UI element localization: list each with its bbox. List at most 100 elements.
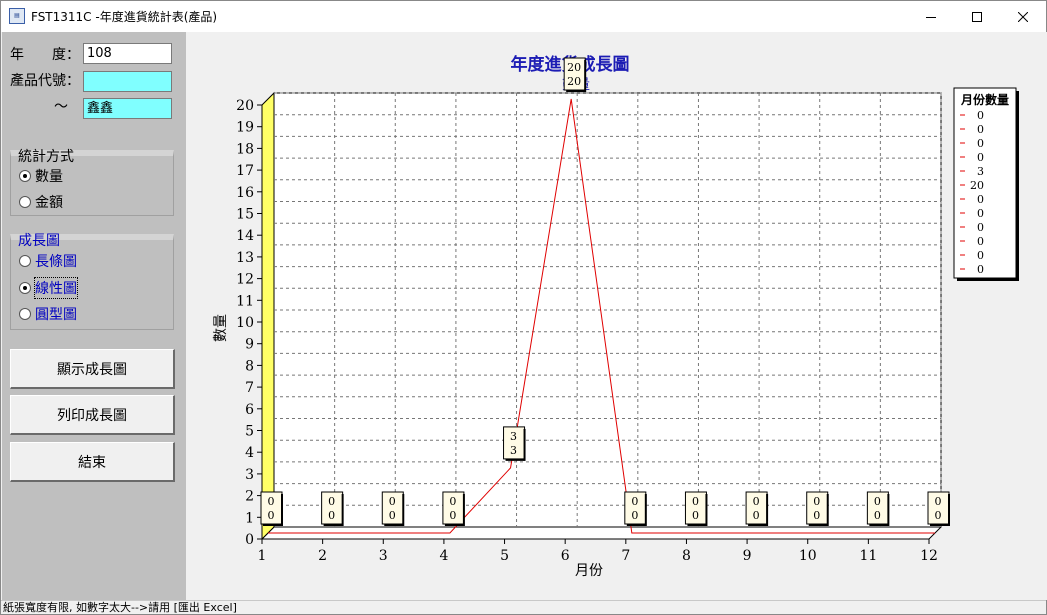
y-tick-label: 5 [245,424,254,440]
radio-line-label: 線性圖 [34,277,78,299]
year-input[interactable]: 108 [83,43,172,64]
data-label-value: 0 [813,509,820,522]
data-label-value: 3 [510,430,517,443]
x-tick-label: 5 [500,548,509,564]
x-tick-label: 4 [439,548,448,564]
data-label-value: 0 [328,495,335,508]
left-panel: 年 度： 108 產品代號： ～ 鑫鑫 統計方式 數量 金額 成長圖 長條圖 線… [2,32,186,600]
app-icon: ▤ [9,8,25,24]
y-tick-label: 0 [245,532,254,548]
y-tick-label: 12 [236,272,254,288]
line-chart: 012345678910111213141516171819201 2 3 4 5 6 7 8… [213,54,1019,579]
product-from-input[interactable] [83,71,172,92]
legend-value: 0 [977,235,984,248]
legend-value: 20 [970,179,984,192]
x-tick-label: 6 [561,548,570,564]
y-tick-label: 6 [245,402,254,418]
data-label-value: 0 [449,509,456,522]
minimize-button[interactable] [908,1,954,32]
radio-quantity[interactable]: 數量 [19,166,63,186]
x-axis-title: 月份 [575,563,603,579]
radio-amount[interactable]: 金額 [19,192,63,212]
year-label: 年 度： [10,47,80,63]
data-label-value: 0 [874,495,881,508]
data-label-value: 20 [567,61,581,74]
legend-value: 0 [977,263,984,276]
data-label-value: 0 [631,495,638,508]
y-tick-label: 18 [236,141,254,157]
status-bar: 紙張寬度有限, 如數字太大-->請用 [匯出 Excel] [1,600,1046,614]
exit-button[interactable]: 結束 [10,442,175,482]
legend-value: 0 [977,207,984,220]
data-label-value: 0 [449,495,456,508]
stat-method-legend: 統計方式 [18,149,74,165]
radio-bar-indicator [19,255,31,267]
y-tick-label: 10 [236,315,254,331]
close-button[interactable] [1000,1,1046,32]
data-label-value: 3 [510,444,517,457]
minimize-icon [926,16,936,18]
x-tick-label: 1 [258,548,267,564]
range-tilde: ～ [54,99,68,115]
y-tick-label: 4 [245,445,254,461]
legend-value: 0 [977,221,984,234]
y-tick-label: 2 [245,489,254,505]
data-label-value: 0 [389,509,396,522]
chart-area: 0 1 2 3 4 5 6 7 8 9 10 11 12 13 14 15 16 17 18 19 20 1 2 3 4 5 6 7 8… [187,32,1047,600]
radio-bar-chart[interactable]: 長條圖 [19,251,77,271]
growth-chart-group: 成長圖 長條圖 線性圖 圓型圖 [10,233,174,330]
data-label-value: 0 [813,495,820,508]
y-tick-label: 20 [236,98,254,114]
legend-value: 0 [977,249,984,262]
legend-value: 0 [977,151,984,164]
data-label-value: 0 [874,509,881,522]
radio-pie-label: 圓型圖 [35,307,77,323]
legend-value: 0 [977,123,984,136]
data-label-value: 0 [692,509,699,522]
y-axis-title: 數量 [213,314,229,342]
app-window: ▤ FST1311C -年度進貨統計表(產品) 年 度： 108 產品代號： ～… [0,0,1047,615]
maximize-button[interactable] [954,1,1000,32]
radio-pie-chart[interactable]: 圓型圖 [19,304,77,324]
y-tick-label: 13 [236,250,254,266]
radio-quantity-label: 數量 [35,169,63,185]
data-label-value: 0 [935,509,942,522]
y-tick-label: 9 [245,337,254,353]
legend-value: 0 [977,193,984,206]
radio-line-chart[interactable]: 線性圖 [19,277,78,299]
radio-amount-indicator [19,196,31,208]
title-bar: ▤ FST1311C -年度進貨統計表(產品) [1,1,1046,32]
radio-amount-label: 金額 [35,195,63,211]
data-label-value: 0 [389,495,396,508]
x-tick-label: 2 [318,548,327,564]
data-label-value: 20 [567,75,581,88]
close-icon [1018,11,1028,22]
stat-method-group: 統計方式 數量 金額 [10,149,174,216]
data-label-value: 0 [753,509,760,522]
product-to-input[interactable]: 鑫鑫 [83,98,172,119]
y-tick-label: 1 [245,510,254,526]
y-tick-label: 11 [236,293,254,309]
data-label-value: 0 [935,495,942,508]
data-label-value: 0 [268,495,275,508]
radio-pie-indicator [19,308,31,320]
data-label-value: 0 [753,495,760,508]
y-tick-label: 17 [236,163,254,179]
x-tick-label: 8 [682,548,691,564]
y-tick-label: 15 [236,207,254,223]
legend-box [953,87,1017,279]
y-tick-label: 14 [236,228,254,244]
plot-left-wall [261,91,275,541]
legend-value: 3 [977,165,984,178]
product-code-label: 產品代號： [10,73,80,89]
data-label-value: 0 [692,495,699,508]
y-tick-label: 3 [245,467,254,483]
x-tick-label: 7 [621,548,630,564]
print-chart-button[interactable]: 列印成長圖 [10,395,175,435]
y-tick-label: 19 [236,120,254,136]
radio-quantity-indicator [19,170,31,182]
x-tick-label: 10 [799,548,817,564]
growth-chart-legend: 成長圖 [18,233,60,249]
legend-value: 0 [977,109,984,122]
show-chart-button[interactable]: 顯示成長圖 [10,349,175,389]
